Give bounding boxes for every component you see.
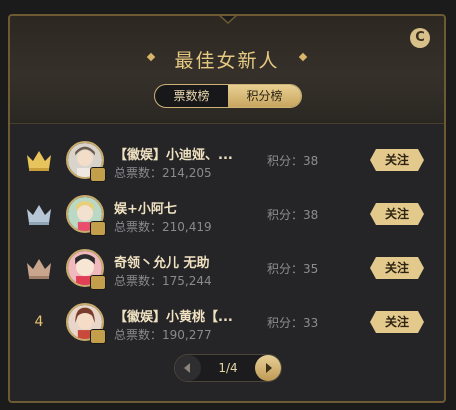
chevron-right-icon (266, 363, 272, 373)
rank-number: 4 (34, 314, 44, 330)
total-votes: 总票数：214,205 (114, 166, 212, 180)
total-votes: 总票数：210,419 (114, 220, 212, 234)
level-badge-icon (90, 329, 106, 344)
total-votes: 总票数：190,277 (114, 328, 212, 342)
pagination: 1/4 (174, 354, 282, 382)
streamer-name[interactable]: 【徽娱】小黄桃【... (114, 306, 233, 325)
points: 积分：35 (267, 262, 319, 276)
level-badge-icon (90, 275, 106, 290)
follow-button[interactable]: 关注 (370, 149, 424, 171)
ranking-panel: 最佳女新人 C 票数榜 积分榜 【徽娱】小迪娅、... 总票数：214,205 … (8, 14, 446, 403)
silver-crown-icon (27, 205, 51, 225)
gold-crown-icon (27, 151, 51, 171)
total-votes: 总票数：175,244 (114, 274, 212, 288)
follow-button[interactable]: 关注 (370, 311, 424, 333)
tab-votes[interactable]: 票数榜 (155, 85, 228, 107)
level-badge-icon (90, 167, 106, 182)
streamer-name[interactable]: 奇领丶允儿 无助 (114, 252, 210, 271)
follow-label: 关注 (384, 207, 409, 221)
prev-page-button[interactable] (175, 355, 201, 381)
ranking-tabs: 票数榜 积分榜 (154, 84, 302, 108)
panel-header: 最佳女新人 C 票数榜 积分榜 (10, 16, 444, 124)
notch-decoration (219, 16, 237, 24)
points: 积分：38 (267, 154, 319, 168)
follow-label: 关注 (384, 315, 409, 329)
level-badge-icon (90, 221, 106, 236)
list-item: 4 【徽娱】小黄桃【... 总票数：190,277 积分：33 关注 (10, 295, 444, 349)
list-item: 娱+小阿七 总票数：210,419 积分：38 关注 (10, 187, 444, 241)
streamer-name[interactable]: 娱+小阿七 (114, 198, 177, 217)
tab-points[interactable]: 积分榜 (228, 85, 301, 107)
refresh-icon[interactable]: C (410, 28, 430, 48)
list-item: 奇领丶允儿 无助 总票数：175,244 积分：35 关注 (10, 241, 444, 295)
follow-label: 关注 (384, 153, 409, 167)
points: 积分：33 (267, 316, 319, 330)
follow-button[interactable]: 关注 (370, 257, 424, 279)
list-item: 【徽娱】小迪娅、... 总票数：214,205 积分：38 关注 (10, 133, 444, 187)
page-indicator: 1/4 (218, 361, 238, 375)
chevron-left-icon (184, 363, 190, 373)
next-page-button[interactable] (255, 355, 281, 381)
streamer-name[interactable]: 【徽娱】小迪娅、... (114, 144, 233, 163)
points: 积分：38 (267, 208, 319, 222)
bronze-crown-icon (27, 259, 51, 279)
follow-button[interactable]: 关注 (370, 203, 424, 225)
page-title: 最佳女新人 (174, 50, 280, 72)
follow-label: 关注 (384, 261, 409, 275)
